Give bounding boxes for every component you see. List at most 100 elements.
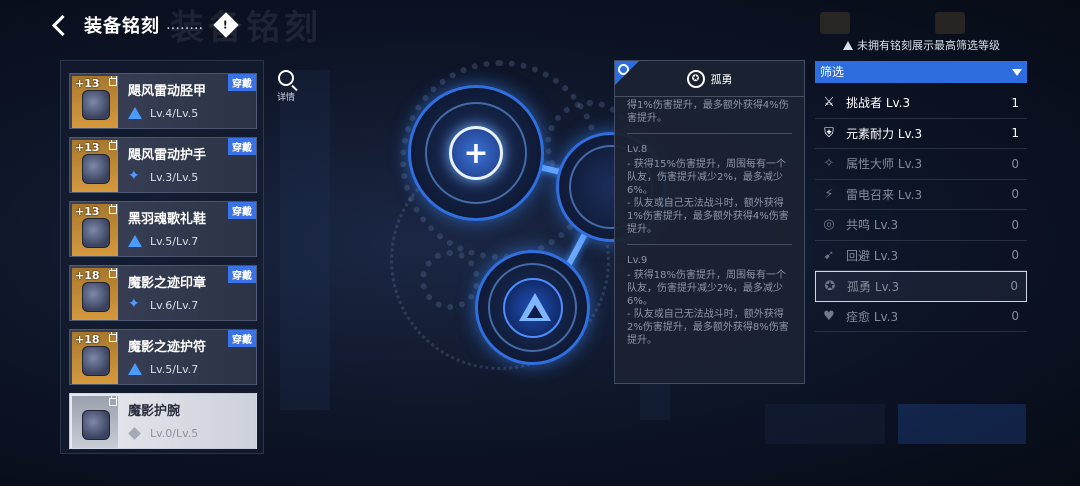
thunder-summon-icon: ⚡ (824, 186, 834, 202)
equipped-badge: 穿戴 (228, 266, 256, 283)
tooltip-title: 孤勇 (710, 72, 733, 86)
divider (627, 244, 792, 245)
lone-brave-icon: ✪ (824, 278, 836, 294)
filter-name: 共鸣 Lv.3 (846, 218, 899, 233)
filter-item[interactable]: ⚡ 雷电召来 Lv.3 0 (815, 180, 1027, 210)
equipment-list: +13 飓风雷动胫甲 Lv.4/Lv.5 穿戴 +13 飓风雷动护手 Lv.3/… (60, 60, 264, 454)
gauntlet-icon (82, 154, 110, 184)
evade-icon: ➹ (823, 247, 835, 263)
notice: 未拥有铭刻展示最高筛选等级 (843, 37, 1000, 53)
equipment-name: 飓风雷动胫甲 (128, 84, 207, 99)
equipment-item[interactable]: +13 飓风雷动护手 Lv.3/Lv.5 穿戴 (69, 137, 257, 193)
diamond-rank-icon (128, 427, 142, 440)
equipment-name: 魔影护腕 (128, 404, 181, 419)
filter-item-selected[interactable]: ✪ 孤勇 Lv.3 0 (815, 271, 1027, 302)
equipment-item[interactable]: +13 飓风雷动胫甲 Lv.4/Lv.5 穿戴 (69, 73, 257, 129)
boots-icon (82, 218, 110, 248)
filter-count: 1 (1011, 126, 1019, 141)
filter-item[interactable]: ✧ 属性大师 Lv.3 0 (815, 149, 1027, 180)
filter-name: 元素耐力 Lv.3 (846, 126, 923, 141)
filter-count: 0 (1011, 309, 1019, 324)
tooltip-line: - 队友或自己无法战斗时，额外获得1%伤害提升，最多额外获得4%伤害提升。 (627, 198, 789, 235)
filter-count: 0 (1010, 279, 1018, 294)
filter-dropdown[interactable]: 筛选 (815, 61, 1027, 83)
equipment-item[interactable]: +13 黑羽魂歌礼鞋 Lv.5/Lv.7 穿戴 (69, 201, 257, 257)
tooltip-line: - 获得18%伤害提升，周围每有一个队友，伤害提升减少2%，最多减少6%。 (627, 270, 787, 307)
inscription-node-add[interactable]: + (408, 85, 544, 221)
tooltip-level: Lv.8 (627, 144, 648, 155)
lone-brave-icon: ✪ (686, 69, 705, 88)
inscription-node-triangle[interactable] (475, 250, 590, 365)
info-icon[interactable]: ! (213, 12, 239, 38)
page-title: 装备铭刻 (84, 16, 160, 37)
tooltip-header: ✪ 孤勇 (615, 61, 804, 97)
chevron-down-icon (1012, 69, 1022, 76)
filter-list: ⚔ 挑战者 Lv.3 1 ⛨ 元素耐力 Lv.3 1 ✧ 属性大师 Lv.3 0… (815, 88, 1027, 332)
lock-icon (109, 332, 117, 342)
background-shade (640, 380, 670, 420)
background-button (898, 404, 1026, 444)
star-rank-icon (128, 168, 142, 184)
equipment-thumbnail: +13 (72, 140, 118, 192)
equipped-badge: 穿戴 (228, 330, 256, 347)
equipment-thumbnail: +18 (72, 332, 118, 384)
tooltip-line: - 队友或自己无法战斗时，额外获得2%伤害提升，最多额外获得8%伤害提升。 (627, 309, 789, 346)
equipment-level: Lv.3/Lv.5 (150, 171, 199, 184)
equipment-thumbnail (72, 396, 118, 448)
equipped-badge: 穿戴 (228, 74, 256, 91)
enhance-level: +18 (75, 269, 100, 282)
equipped-badge: 穿戴 (228, 138, 256, 155)
filter-item[interactable]: ⚔ 挑战者 Lv.3 1 (815, 88, 1027, 119)
magnifier-icon (278, 70, 294, 86)
detail-label: 详情 (276, 93, 295, 103)
lock-icon (109, 204, 117, 214)
filter-name: 痊愈 Lv.3 (846, 309, 899, 324)
lock-icon (109, 76, 117, 86)
back-icon[interactable] (48, 11, 70, 39)
equipment-item-selected[interactable]: 魔影护腕 Lv.0/Lv.5 (69, 393, 257, 449)
shield-icon: ⛨ (824, 125, 834, 141)
equipment-level: Lv.4/Lv.5 (150, 107, 199, 120)
equipment-item[interactable]: +18 魔影之迹护符 Lv.5/Lv.7 穿戴 (69, 329, 257, 385)
equipment-item[interactable]: +18 魔影之迹印章 Lv.6/Lv.7 穿戴 (69, 265, 257, 321)
equipment-name: 魔影之迹护符 (128, 340, 207, 355)
background-button (765, 404, 885, 444)
filter-name: 挑战者 Lv.3 (846, 96, 911, 111)
filter-name: 孤勇 Lv.3 (847, 279, 900, 294)
equipment-level: Lv.5/Lv.7 (150, 363, 199, 376)
filter-item[interactable]: ◎ 共鸣 Lv.3 0 (815, 210, 1027, 241)
tooltip-body: 得1%伤害提升，最多额外获得4%伤害提升。 Lv.8 - 获得15%伤害提升，周… (615, 97, 804, 347)
filter-item[interactable]: ➹ 回避 Lv.3 0 (815, 241, 1027, 271)
equipment-thumbnail: +18 (72, 268, 118, 320)
equipped-badge: 穿戴 (228, 202, 256, 219)
triangle-icon (502, 277, 563, 338)
filter-count: 0 (1011, 248, 1019, 263)
header: 装备铭刻 …….. ! (48, 8, 239, 42)
equipment-name: 飓风雷动护手 (128, 148, 207, 163)
node-ring (425, 102, 527, 204)
tooltip-level: Lv.9 (627, 255, 648, 266)
warning-icon (843, 40, 853, 50)
filter-count: 1 (1011, 95, 1019, 110)
inscription-graph: + (380, 60, 666, 380)
lock-icon (109, 140, 117, 150)
attribute-master-icon: ✧ (823, 156, 835, 172)
bracer-icon (82, 410, 110, 440)
filter-name: 回避 Lv.3 (846, 248, 899, 263)
filter-item[interactable]: ♥ 痊愈 Lv.3 0 (815, 302, 1027, 332)
equipment-level: Lv.6/Lv.7 (150, 299, 199, 312)
enhance-level: +18 (75, 333, 100, 346)
filter-count: 0 (1011, 156, 1019, 171)
filter-name: 雷电召来 Lv.3 (846, 187, 923, 202)
filter-item[interactable]: ⛨ 元素耐力 Lv.3 1 (815, 119, 1027, 149)
equipment-name: 黑羽魂歌礼鞋 (128, 212, 207, 227)
enhance-level: +13 (75, 205, 100, 218)
info-icon-label: ! (223, 18, 229, 32)
background-shade (280, 70, 330, 410)
lock-icon (109, 396, 117, 406)
divider (627, 133, 792, 134)
triangle-rank-icon (128, 107, 142, 120)
detail-button[interactable]: 详情 (274, 70, 298, 103)
amulet-icon (82, 346, 110, 376)
star-rank-icon (128, 296, 142, 312)
